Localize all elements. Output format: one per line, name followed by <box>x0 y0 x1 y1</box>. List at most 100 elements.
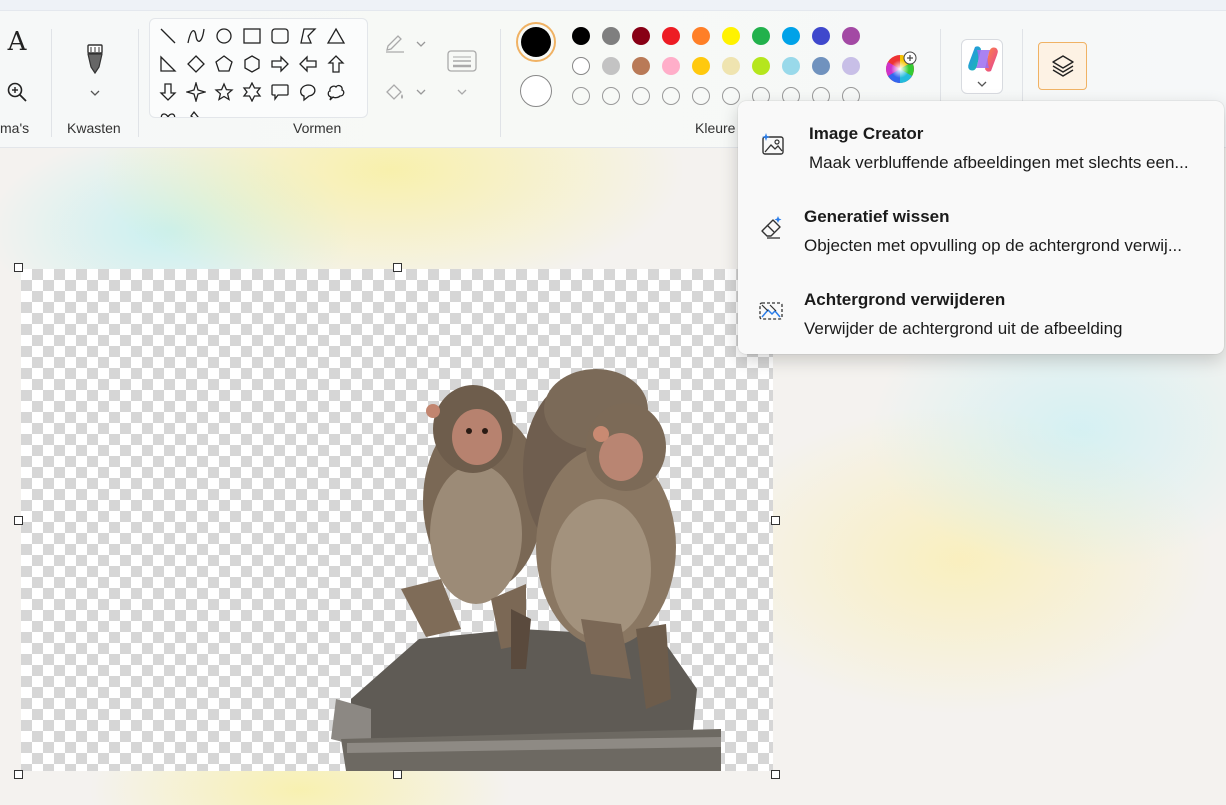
pentagon-shape-icon[interactable] <box>212 52 236 76</box>
title-bar-strip <box>0 0 1226 11</box>
custom-color-slot[interactable] <box>692 87 710 105</box>
copilot-icon <box>968 46 998 72</box>
lightning-shape-icon[interactable] <box>184 108 208 117</box>
menu-item-title: Achtergrond verwijderen <box>804 290 1006 309</box>
text-icon: A <box>7 27 27 57</box>
color-swatch[interactable] <box>722 57 740 75</box>
resize-handle-top[interactable] <box>393 263 402 272</box>
five-point-star-shape-icon[interactable] <box>212 80 236 104</box>
color-swatch[interactable] <box>782 27 800 45</box>
triangle-shape-icon[interactable] <box>324 24 348 48</box>
left-arrow-shape-icon[interactable] <box>296 52 320 76</box>
color-swatch[interactable] <box>692 27 710 45</box>
color-swatch[interactable] <box>812 57 830 75</box>
resize-handle-bottom[interactable] <box>393 770 402 779</box>
menu-item-description: Maak verbluffende afbeeldingen met slech… <box>809 153 1189 172</box>
copilot-menu: Image Creator Maak verbluffende afbeeldi… <box>738 101 1224 354</box>
remove-background-icon <box>759 302 783 320</box>
oval-callout-shape-icon[interactable] <box>296 80 320 104</box>
secondary-color-button[interactable] <box>520 75 552 107</box>
menu-item-generative-erase[interactable]: Generatief wissen Objecten met opvulling… <box>738 185 1224 268</box>
brushes-button[interactable] <box>76 37 114 103</box>
six-point-star-shape-icon[interactable] <box>240 80 264 104</box>
color-swatch[interactable] <box>722 27 740 45</box>
chevron-down-icon <box>416 89 426 95</box>
tools-group-label: ma's <box>0 120 30 136</box>
resize-handle-right[interactable] <box>771 516 780 525</box>
layers-button[interactable] <box>1038 42 1087 90</box>
chevron-down-icon <box>90 90 100 96</box>
drawing-canvas[interactable] <box>21 269 773 771</box>
magnifier-tool-button[interactable] <box>2 77 32 107</box>
chevron-down-icon <box>457 89 467 95</box>
color-swatch[interactable] <box>632 27 650 45</box>
menu-item-description: Objecten met opvulling op de achtergrond… <box>804 236 1182 255</box>
primary-color-swatch <box>521 27 551 57</box>
custom-color-slot[interactable] <box>602 87 620 105</box>
menu-item-remove-background[interactable]: Achtergrond verwijderen Verwijder de ach… <box>738 268 1224 354</box>
menu-item-image-creator[interactable]: Image Creator Maak verbluffende afbeeldi… <box>738 101 1224 185</box>
text-tool-button[interactable]: A <box>2 27 32 57</box>
color-swatch[interactable] <box>812 27 830 45</box>
cloud-callout-shape-icon[interactable] <box>324 80 348 104</box>
copilot-button[interactable] <box>961 39 1003 94</box>
line-thickness-icon <box>447 50 477 72</box>
color-swatch[interactable] <box>602 27 620 45</box>
resize-handle-bottom-right[interactable] <box>771 770 780 779</box>
resize-handle-left[interactable] <box>14 516 23 525</box>
color-swatch[interactable] <box>572 27 590 45</box>
generative-erase-icon <box>761 216 782 239</box>
polygon-shape-icon[interactable] <box>296 24 320 48</box>
rect-callout-shape-icon[interactable] <box>268 80 292 104</box>
rectangle-shape-icon[interactable] <box>240 24 264 48</box>
brush-icon <box>87 44 103 75</box>
custom-color-slot[interactable] <box>632 87 650 105</box>
separator <box>138 29 139 137</box>
color-swatch[interactable] <box>752 57 770 75</box>
fill-bucket-icon <box>386 84 403 100</box>
chevron-down-icon <box>977 81 987 87</box>
line-shape-icon[interactable] <box>156 24 180 48</box>
menu-item-title: Image Creator <box>809 124 924 143</box>
resize-handle-bottom-left[interactable] <box>14 770 23 779</box>
color-swatch[interactable] <box>632 57 650 75</box>
custom-color-slot[interactable] <box>662 87 680 105</box>
separator <box>51 29 52 137</box>
color-swatch[interactable] <box>842 57 860 75</box>
right-arrow-shape-icon[interactable] <box>268 52 292 76</box>
outline-pencil-icon <box>386 35 404 53</box>
color-swatch[interactable] <box>572 57 590 75</box>
color-swatch[interactable] <box>662 57 680 75</box>
resize-handle-top-left[interactable] <box>14 263 23 272</box>
oval-shape-icon[interactable] <box>212 24 236 48</box>
outline-button[interactable] <box>380 31 430 57</box>
down-arrow-shape-icon[interactable] <box>156 80 180 104</box>
color-swatch[interactable] <box>602 57 620 75</box>
edit-colors-button[interactable] <box>882 49 918 85</box>
four-point-star-shape-icon[interactable] <box>184 80 208 104</box>
color-swatch[interactable] <box>782 57 800 75</box>
image-creator-icon <box>762 133 784 155</box>
rounded-rectangle-shape-icon[interactable] <box>268 24 292 48</box>
curve-shape-icon[interactable] <box>184 24 208 48</box>
layers-icon <box>1051 55 1074 77</box>
colors-group-label: Kleure <box>695 120 736 136</box>
color-swatch[interactable] <box>692 57 710 75</box>
size-button[interactable] <box>440 41 484 103</box>
custom-color-slot[interactable] <box>572 87 590 105</box>
color-swatch[interactable] <box>662 27 680 45</box>
color-swatch[interactable] <box>842 27 860 45</box>
color-wheel-icon <box>886 51 917 83</box>
diamond-shape-icon[interactable] <box>184 52 208 76</box>
up-arrow-shape-icon[interactable] <box>324 52 348 76</box>
shapes-gallery <box>149 18 368 118</box>
separator <box>500 29 501 137</box>
hexagon-shape-icon[interactable] <box>240 52 264 76</box>
fill-button[interactable] <box>380 79 430 105</box>
color-swatch[interactable] <box>752 27 770 45</box>
menu-item-description: Verwijder de achtergrond uit de afbeeldi… <box>804 319 1123 338</box>
heart-shape-icon[interactable] <box>156 108 180 117</box>
chevron-down-icon <box>416 41 426 47</box>
right-triangle-shape-icon[interactable] <box>156 52 180 76</box>
primary-color-button[interactable] <box>516 22 556 62</box>
